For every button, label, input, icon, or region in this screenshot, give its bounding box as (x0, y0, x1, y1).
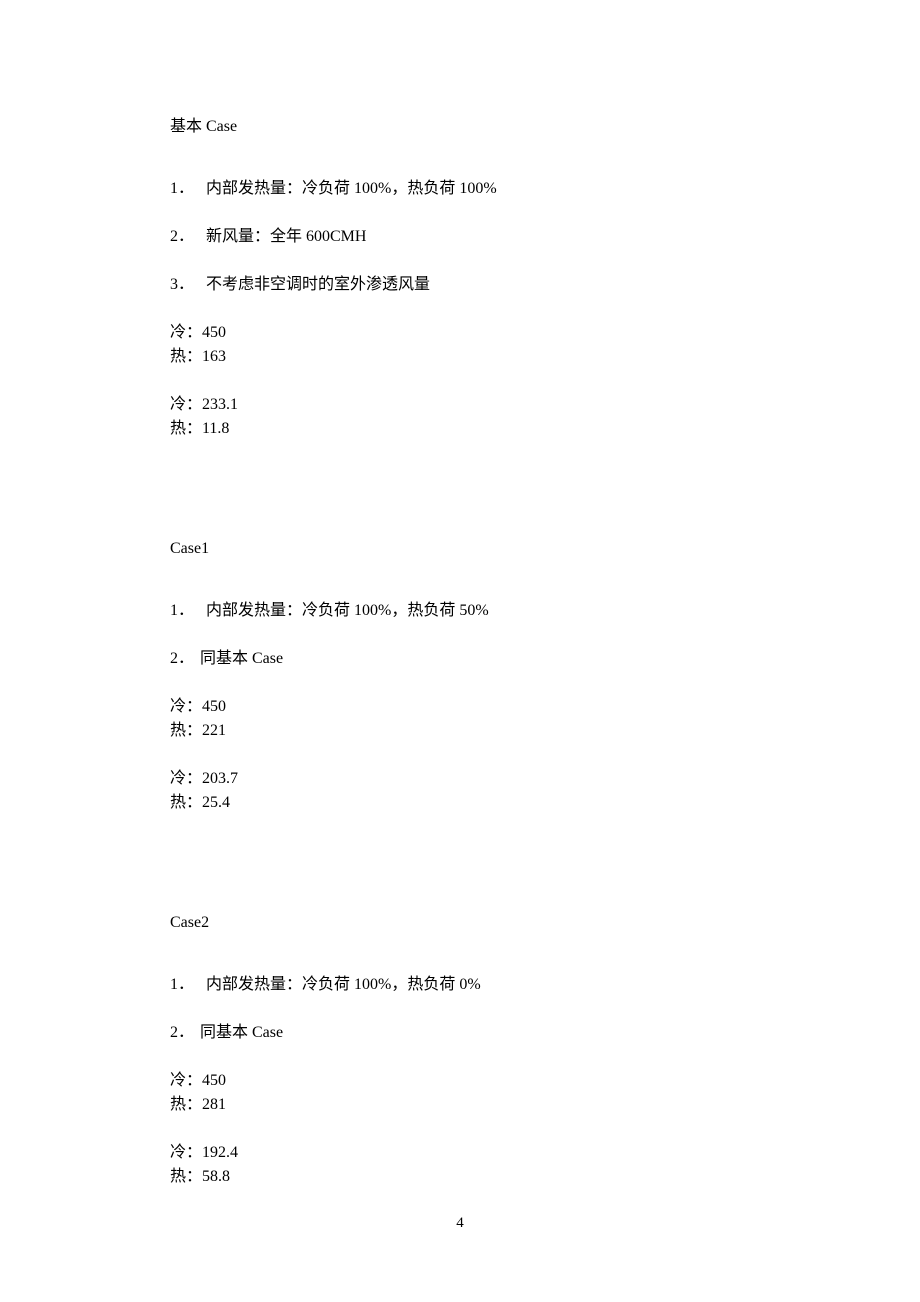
list-item: 1． 内部发热量：冷负荷 100%，热负荷 0% (170, 973, 750, 997)
value-block: 冷：192.4 热：58.8 (170, 1141, 750, 1189)
list-text: 内部发热量：冷负荷 100%，热负荷 50% (206, 599, 750, 623)
section-title-case1: Case1 (170, 537, 750, 561)
list-text: 同基本 Case (200, 647, 283, 671)
list-number: 2． (170, 1021, 200, 1045)
value-block: 冷：203.7 热：25.4 (170, 767, 750, 815)
document-body: 基本 Case 1． 内部发热量：冷负荷 100%，热负荷 100% 2． 新风… (0, 0, 920, 1189)
list-item: 2． 同基本 Case (170, 647, 750, 671)
value-block: 冷：450 热：163 (170, 321, 750, 369)
section-title-case2: Case2 (170, 911, 750, 935)
list-number: 1． (170, 973, 206, 997)
hot-value: 热：25.4 (170, 791, 750, 815)
list-number: 2． (170, 647, 200, 671)
list-item: 2． 新风量：全年 600CMH (170, 225, 750, 249)
list-text: 同基本 Case (200, 1021, 283, 1045)
cold-value: 冷：192.4 (170, 1141, 750, 1165)
list-item: 2． 同基本 Case (170, 1021, 750, 1045)
value-block: 冷：450 热：281 (170, 1069, 750, 1117)
list-item: 1． 内部发热量：冷负荷 100%，热负荷 100% (170, 177, 750, 201)
list-text: 新风量：全年 600CMH (206, 225, 750, 249)
list-text: 内部发热量：冷负荷 100%，热负荷 0% (206, 973, 750, 997)
section-title-base: 基本 Case (170, 115, 750, 139)
cold-value: 冷：233.1 (170, 393, 750, 417)
cold-value: 冷：450 (170, 695, 750, 719)
list-text: 不考虑非空调时的室外渗透风量 (206, 273, 750, 297)
list-number: 1． (170, 177, 206, 201)
value-block: 冷：233.1 热：11.8 (170, 393, 750, 441)
cold-value: 冷：203.7 (170, 767, 750, 791)
hot-value: 热：11.8 (170, 417, 750, 441)
cold-value: 冷：450 (170, 1069, 750, 1093)
cold-value: 冷：450 (170, 321, 750, 345)
page-number: 4 (0, 1212, 920, 1235)
list-item: 1． 内部发热量：冷负荷 100%，热负荷 50% (170, 599, 750, 623)
list-number: 2． (170, 225, 206, 249)
list-text: 内部发热量：冷负荷 100%，热负荷 100% (206, 177, 750, 201)
list-number: 1． (170, 599, 206, 623)
list-number: 3． (170, 273, 206, 297)
value-block: 冷：450 热：221 (170, 695, 750, 743)
hot-value: 热：58.8 (170, 1165, 750, 1189)
hot-value: 热：281 (170, 1093, 750, 1117)
list-item: 3． 不考虑非空调时的室外渗透风量 (170, 273, 750, 297)
hot-value: 热：221 (170, 719, 750, 743)
hot-value: 热：163 (170, 345, 750, 369)
